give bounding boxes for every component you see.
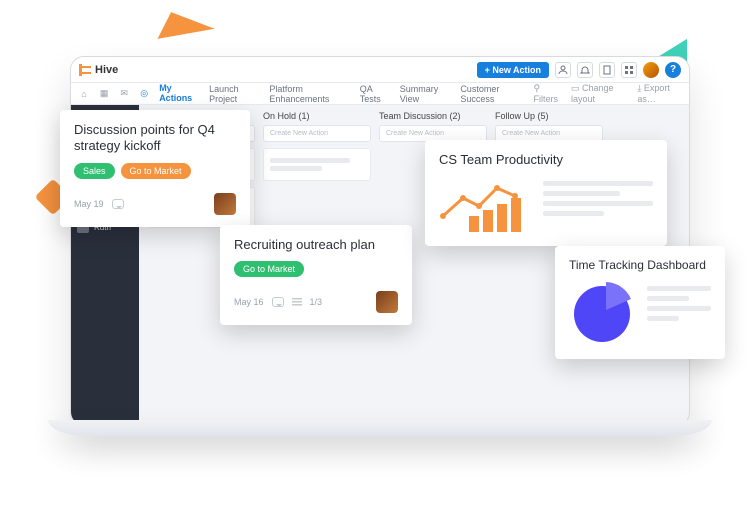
card-title: CS Team Productivity <box>439 152 653 168</box>
hive-logo-icon <box>79 64 91 76</box>
checklist-icon[interactable] <box>292 298 302 306</box>
doc-icon[interactable] <box>599 62 615 78</box>
app-name: Hive <box>95 64 118 76</box>
tag-sales[interactable]: Sales <box>74 163 115 179</box>
board-column: On Hold (1) Create New Action <box>263 111 371 234</box>
tab-qa-tests[interactable]: QA Tests <box>360 80 390 108</box>
tab-launch-project[interactable]: Launch Project <box>209 80 259 108</box>
assignee-avatar[interactable] <box>214 193 236 215</box>
bell-icon[interactable] <box>577 62 593 78</box>
help-button[interactable]: ? <box>665 62 681 78</box>
new-action-button[interactable]: + New Action <box>477 62 549 78</box>
card-discussion[interactable]: Discussion points for Q4 strategy kickof… <box>60 110 250 227</box>
tab-platform-enhancements[interactable]: Platform Enhancements <box>269 80 349 108</box>
comment-icon[interactable] <box>112 199 124 209</box>
assignee-avatar[interactable] <box>376 291 398 313</box>
laptop-base <box>48 420 712 436</box>
change-layout-button[interactable]: ▭ Change layout <box>571 83 627 104</box>
pie-chart-icon <box>569 281 635 347</box>
export-button[interactable]: ⤓ Export as… <box>637 83 681 104</box>
column-title: Follow Up (5) <box>495 111 603 121</box>
card-recruiting[interactable]: Recruiting outreach plan Go to Market Ma… <box>220 225 412 325</box>
checklist-progress: 1/3 <box>310 297 323 307</box>
deco-triangle-icon <box>153 5 214 39</box>
grid-icon[interactable]: ▦ <box>99 88 109 100</box>
card-cs-productivity[interactable]: CS Team Productivity <box>425 140 667 246</box>
tab-summary-view[interactable]: Summary View <box>400 80 451 108</box>
column-title: On Hold (1) <box>263 111 371 121</box>
people-icon[interactable] <box>555 62 571 78</box>
card-time-tracking[interactable]: Time Tracking Dashboard <box>555 246 725 359</box>
comment-icon[interactable] <box>272 297 284 307</box>
card-title: Time Tracking Dashboard <box>569 258 711 273</box>
app-logo[interactable]: Hive <box>79 64 118 76</box>
home-icon[interactable]: ⌂ <box>79 88 89 100</box>
bar-line-chart-icon <box>439 176 531 234</box>
tab-customer-success[interactable]: Customer Success <box>460 80 523 108</box>
target-icon[interactable]: ◎ <box>139 88 149 100</box>
card-date: May 16 <box>234 297 264 307</box>
user-avatar[interactable] <box>643 62 659 78</box>
tag-gotomarket[interactable]: Go to Market <box>121 163 191 179</box>
board-card[interactable] <box>263 148 371 181</box>
tab-my-actions[interactable]: My Actions <box>159 79 199 109</box>
apps-icon[interactable] <box>621 62 637 78</box>
card-date: May 19 <box>74 199 104 209</box>
card-title: Recruiting outreach plan <box>234 237 398 253</box>
create-action-input[interactable]: Create New Action <box>263 125 371 142</box>
card-title: Discussion points for Q4 strategy kickof… <box>74 122 236 155</box>
mail-icon[interactable]: ✉ <box>119 88 129 100</box>
tag-gotomarket[interactable]: Go to Market <box>234 261 304 277</box>
nav-tabs: ⌂ ▦ ✉ ◎ My Actions Launch Project Platfo… <box>71 83 689 105</box>
filters-button[interactable]: ⚲ Filters <box>534 83 561 104</box>
column-title: Team Discussion (2) <box>379 111 487 121</box>
